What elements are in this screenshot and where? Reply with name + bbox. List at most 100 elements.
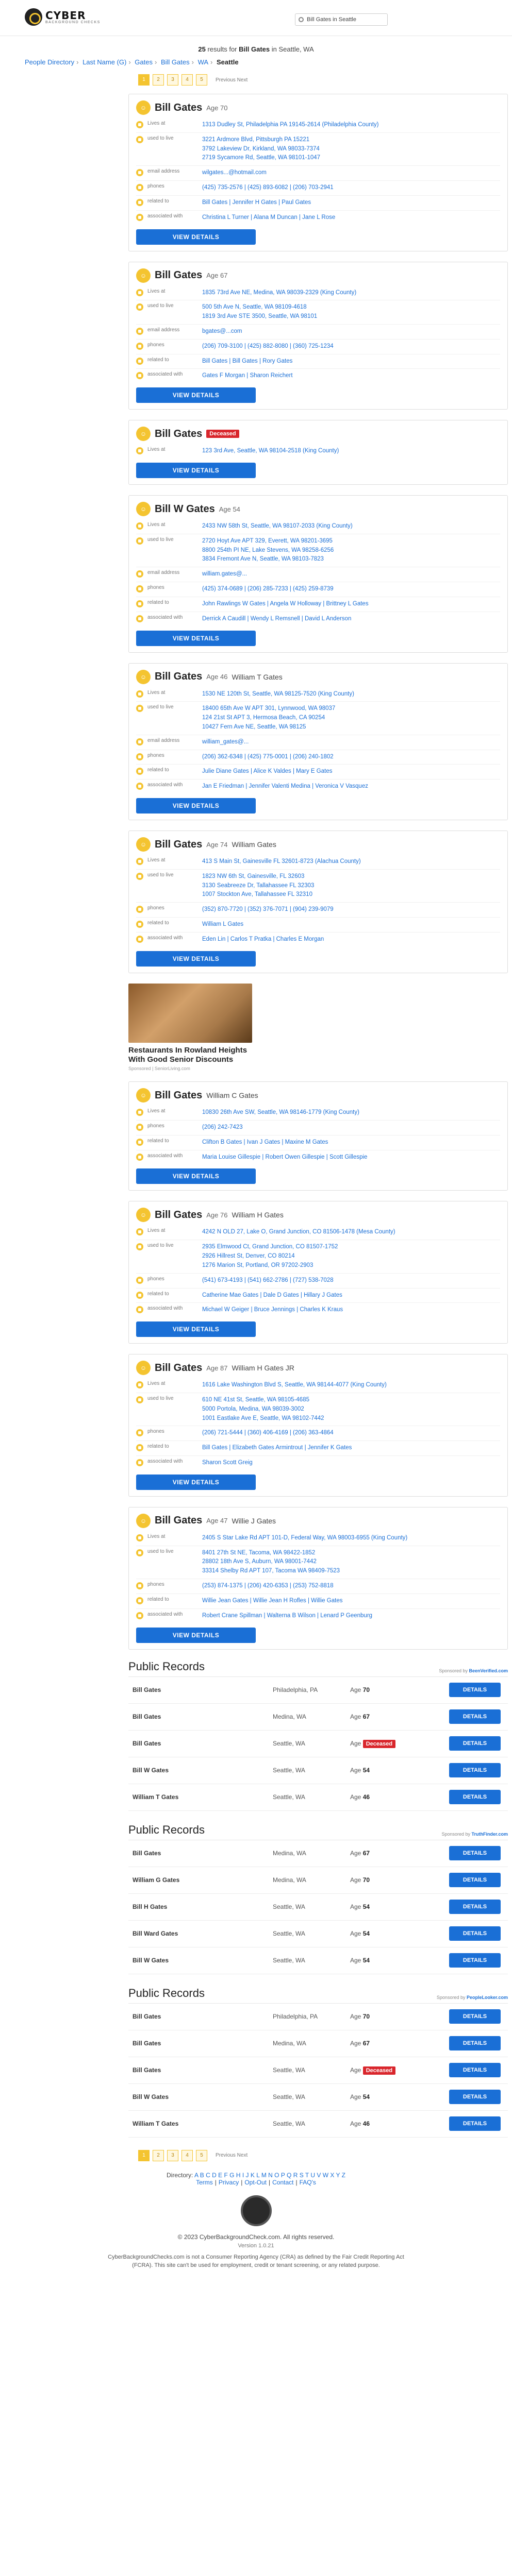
used-to-live-value[interactable]: 2935 Elmwood Ct, Grand Junction, CO 8150… xyxy=(202,1243,338,1270)
page-1[interactable]: 1 xyxy=(138,74,150,86)
footer-link-privacy[interactable]: Privacy xyxy=(219,2179,239,2186)
details-button[interactable]: DETAILS xyxy=(449,2090,501,2104)
directory-letter-v[interactable]: V xyxy=(317,2172,321,2179)
used-to-live-item[interactable]: 8800 254th PI NE, Lake Stevens, WA 98258… xyxy=(202,546,334,555)
details-button[interactable]: DETAILS xyxy=(449,2063,501,2077)
related-to-value[interactable]: Bill Gates | Jennifer H Gates | Paul Gat… xyxy=(202,198,311,208)
lives-at-value[interactable]: 4242 N OLD 27, Lake O, Grand Junction, C… xyxy=(202,1228,395,1237)
used-to-live-value[interactable]: 8401 27th St NE, Tacoma, WA 98422-1852 28… xyxy=(202,1549,340,1576)
associated-with-value[interactable]: Sharon Scott Greig xyxy=(202,1459,253,1468)
person-name[interactable]: Bill Gates xyxy=(155,1515,202,1527)
directory-letter-b[interactable]: B xyxy=(200,2172,204,2179)
used-to-live-value[interactable]: 1823 NW 6th St, Gainesville, FL 32603 313… xyxy=(202,872,314,900)
phones-value[interactable]: (206) 242-7423 xyxy=(202,1123,243,1132)
details-button[interactable]: DETAILS xyxy=(449,1709,501,1724)
associated-with-value[interactable]: Christina L Turner | Alana M Duncan | Ja… xyxy=(202,213,335,223)
directory-letter-k[interactable]: K xyxy=(251,2172,255,2179)
lives-at-value[interactable]: 1616 Lake Washington Blvd S, Seattle, WA… xyxy=(202,1381,387,1390)
lives-at-value[interactable]: 10830 26th Ave SW, Seattle, WA 98146-177… xyxy=(202,1108,359,1117)
view-details-button[interactable]: VIEW DETAILS xyxy=(136,1321,256,1337)
ad-image[interactable] xyxy=(128,983,252,1043)
related-to-value[interactable]: Julie Diane Gates | Alice K Valdes | Mar… xyxy=(202,767,332,776)
view-details-button[interactable]: VIEW DETAILS xyxy=(136,798,256,814)
person-name[interactable]: Bill Gates xyxy=(155,428,202,440)
associated-with-value[interactable]: Derrick A Caudill | Wendy L Remsnell | D… xyxy=(202,615,351,624)
directory-letter-t[interactable]: T xyxy=(305,2172,309,2179)
person-name[interactable]: Bill Gates xyxy=(155,839,202,851)
pager-info[interactable]: Previous Next xyxy=(216,77,247,83)
details-button[interactable]: DETAILS xyxy=(449,1926,501,1941)
ad-title[interactable]: Restaurants In Rowland Heights With Good… xyxy=(128,1046,252,1065)
details-button[interactable]: DETAILS xyxy=(449,1953,501,1968)
used-to-live-value[interactable]: 500 5th Ave N, Seattle, WA 98109-4618 181… xyxy=(202,303,317,321)
breadcrumb-directory[interactable]: People Directory xyxy=(25,58,74,66)
directory-letter-z[interactable]: Z xyxy=(342,2172,345,2179)
used-to-live-item[interactable]: 2926 Hillrest St, Denver, CO 80214 xyxy=(202,1252,338,1261)
used-to-live-value[interactable]: 3221 Ardmore Blvd, Pittsburgh PA 15221 37… xyxy=(202,135,320,163)
breadcrumb-lastname[interactable]: Gates xyxy=(135,58,153,66)
directory-letter-j[interactable]: J xyxy=(246,2172,249,2179)
directory-letter-w[interactable]: W xyxy=(323,2172,328,2179)
used-to-live-item[interactable]: 33314 Shelby Rd APT 107, Tacoma WA 98409… xyxy=(202,1567,340,1576)
used-to-live-item[interactable]: 1823 NW 6th St, Gainesville, FL 32603 xyxy=(202,872,314,882)
details-button[interactable]: DETAILS xyxy=(449,1736,501,1751)
lives-at-value[interactable]: 1313 Dudley St, Philadelphia PA 19145-26… xyxy=(202,121,378,130)
used-to-live-item[interactable]: 124 21st St APT 3, Hermosa Beach, CA 902… xyxy=(202,714,335,723)
used-to-live-item[interactable]: 1819 3rd Ave STE 3500, Seattle, WA 98101 xyxy=(202,312,317,321)
view-details-button[interactable]: VIEW DETAILS xyxy=(136,1474,256,1490)
sponsor-name[interactable]: PeopleLooker.com xyxy=(467,1995,508,2000)
page-2[interactable]: 2 xyxy=(153,74,164,86)
search-icon[interactable] xyxy=(299,17,304,22)
pager-info[interactable]: Previous Next xyxy=(216,2153,247,2158)
directory-letter-r[interactable]: R xyxy=(293,2172,298,2179)
associated-with-value[interactable]: Gates F Morgan | Sharon Reichert xyxy=(202,371,293,381)
person-name[interactable]: Bill Gates xyxy=(155,102,202,114)
related-to-value[interactable]: John Rawlings W Gates | Angela W Hollowa… xyxy=(202,600,369,609)
view-details-button[interactable]: VIEW DETAILS xyxy=(136,229,256,245)
directory-letter-f[interactable]: F xyxy=(224,2172,227,2179)
phones-value[interactable]: (541) 673-4193 | (541) 662-2786 | (727) … xyxy=(202,1276,334,1285)
used-to-live-item[interactable]: 1007 Stockton Ave, Tallahassee FL 32310 xyxy=(202,890,314,900)
search-input[interactable] xyxy=(307,16,384,23)
page-5[interactable]: 5 xyxy=(196,74,207,86)
directory-letter-l[interactable]: L xyxy=(256,2172,259,2179)
search-box[interactable] xyxy=(295,13,388,26)
related-to-value[interactable]: Bill Gates | Elizabeth Gates Armintrout … xyxy=(202,1444,352,1453)
related-to-value[interactable]: Bill Gates | Bill Gates | Rory Gates xyxy=(202,357,292,366)
page-4[interactable]: 4 xyxy=(181,74,193,86)
breadcrumb-state[interactable]: WA xyxy=(198,58,208,66)
details-button[interactable]: DETAILS xyxy=(449,1763,501,1777)
person-name[interactable]: Bill Gates xyxy=(155,269,202,281)
used-to-live-item[interactable]: 5000 Portola, Medina, WA 98039-3002 xyxy=(202,1405,324,1414)
directory-letter-a[interactable]: A xyxy=(194,2172,198,2179)
view-details-button[interactable]: VIEW DETAILS xyxy=(136,387,256,403)
related-to-value[interactable]: Catherine Mae Gates | Dale D Gates | Hil… xyxy=(202,1291,342,1300)
lives-at-value[interactable]: 1530 NE 120th St, Seattle, WA 98125-7520… xyxy=(202,690,354,699)
person-name[interactable]: Bill W Gates xyxy=(155,503,215,515)
person-name[interactable]: Bill Gates xyxy=(155,671,202,683)
sponsored-ad[interactable]: Restaurants In Rowland Heights With Good… xyxy=(128,983,252,1071)
used-to-live-item[interactable]: 1276 Marion St, Portland, OR 97202-2903 xyxy=(202,1261,338,1270)
used-to-live-item[interactable]: 8401 27th St NE, Tacoma, WA 98422-1852 xyxy=(202,1549,340,1558)
directory-letter-e[interactable]: E xyxy=(218,2172,222,2179)
lives-at-value[interactable]: 1835 73rd Ave NE, Medina, WA 98039-2329 … xyxy=(202,289,356,298)
associated-with-value[interactable]: Eden Lin | Carlos T Pratka | Charles E M… xyxy=(202,935,324,944)
details-button[interactable]: DETAILS xyxy=(449,1873,501,1887)
sponsor-name[interactable]: TruthFinder.com xyxy=(471,1832,508,1837)
directory-letter-h[interactable]: H xyxy=(236,2172,241,2179)
lives-at-value[interactable]: 123 3rd Ave, Seattle, WA 98104-2518 (Kin… xyxy=(202,447,339,456)
directory-letter-i[interactable]: I xyxy=(242,2172,244,2179)
page-3[interactable]: 3 xyxy=(167,2149,178,2161)
used-to-live-item[interactable]: 3130 Seabreeze Dr, Tallahassee FL 32303 xyxy=(202,882,314,891)
person-name[interactable]: Bill Gates xyxy=(155,1209,202,1221)
sponsor-name[interactable]: BeenVerified.com xyxy=(469,1668,508,1673)
details-button[interactable]: DETAILS xyxy=(449,1683,501,1697)
details-button[interactable]: DETAILS xyxy=(449,2009,501,2024)
breadcrumb-letter[interactable]: Last Name (G) xyxy=(82,58,126,66)
directory-letter-c[interactable]: C xyxy=(206,2172,210,2179)
used-to-live-item[interactable]: 500 5th Ave N, Seattle, WA 98109-4618 xyxy=(202,303,317,312)
page-5[interactable]: 5 xyxy=(196,2149,207,2161)
view-details-button[interactable]: VIEW DETAILS xyxy=(136,630,256,646)
details-button[interactable]: DETAILS xyxy=(449,1900,501,1914)
directory-letter-s[interactable]: S xyxy=(300,2172,304,2179)
